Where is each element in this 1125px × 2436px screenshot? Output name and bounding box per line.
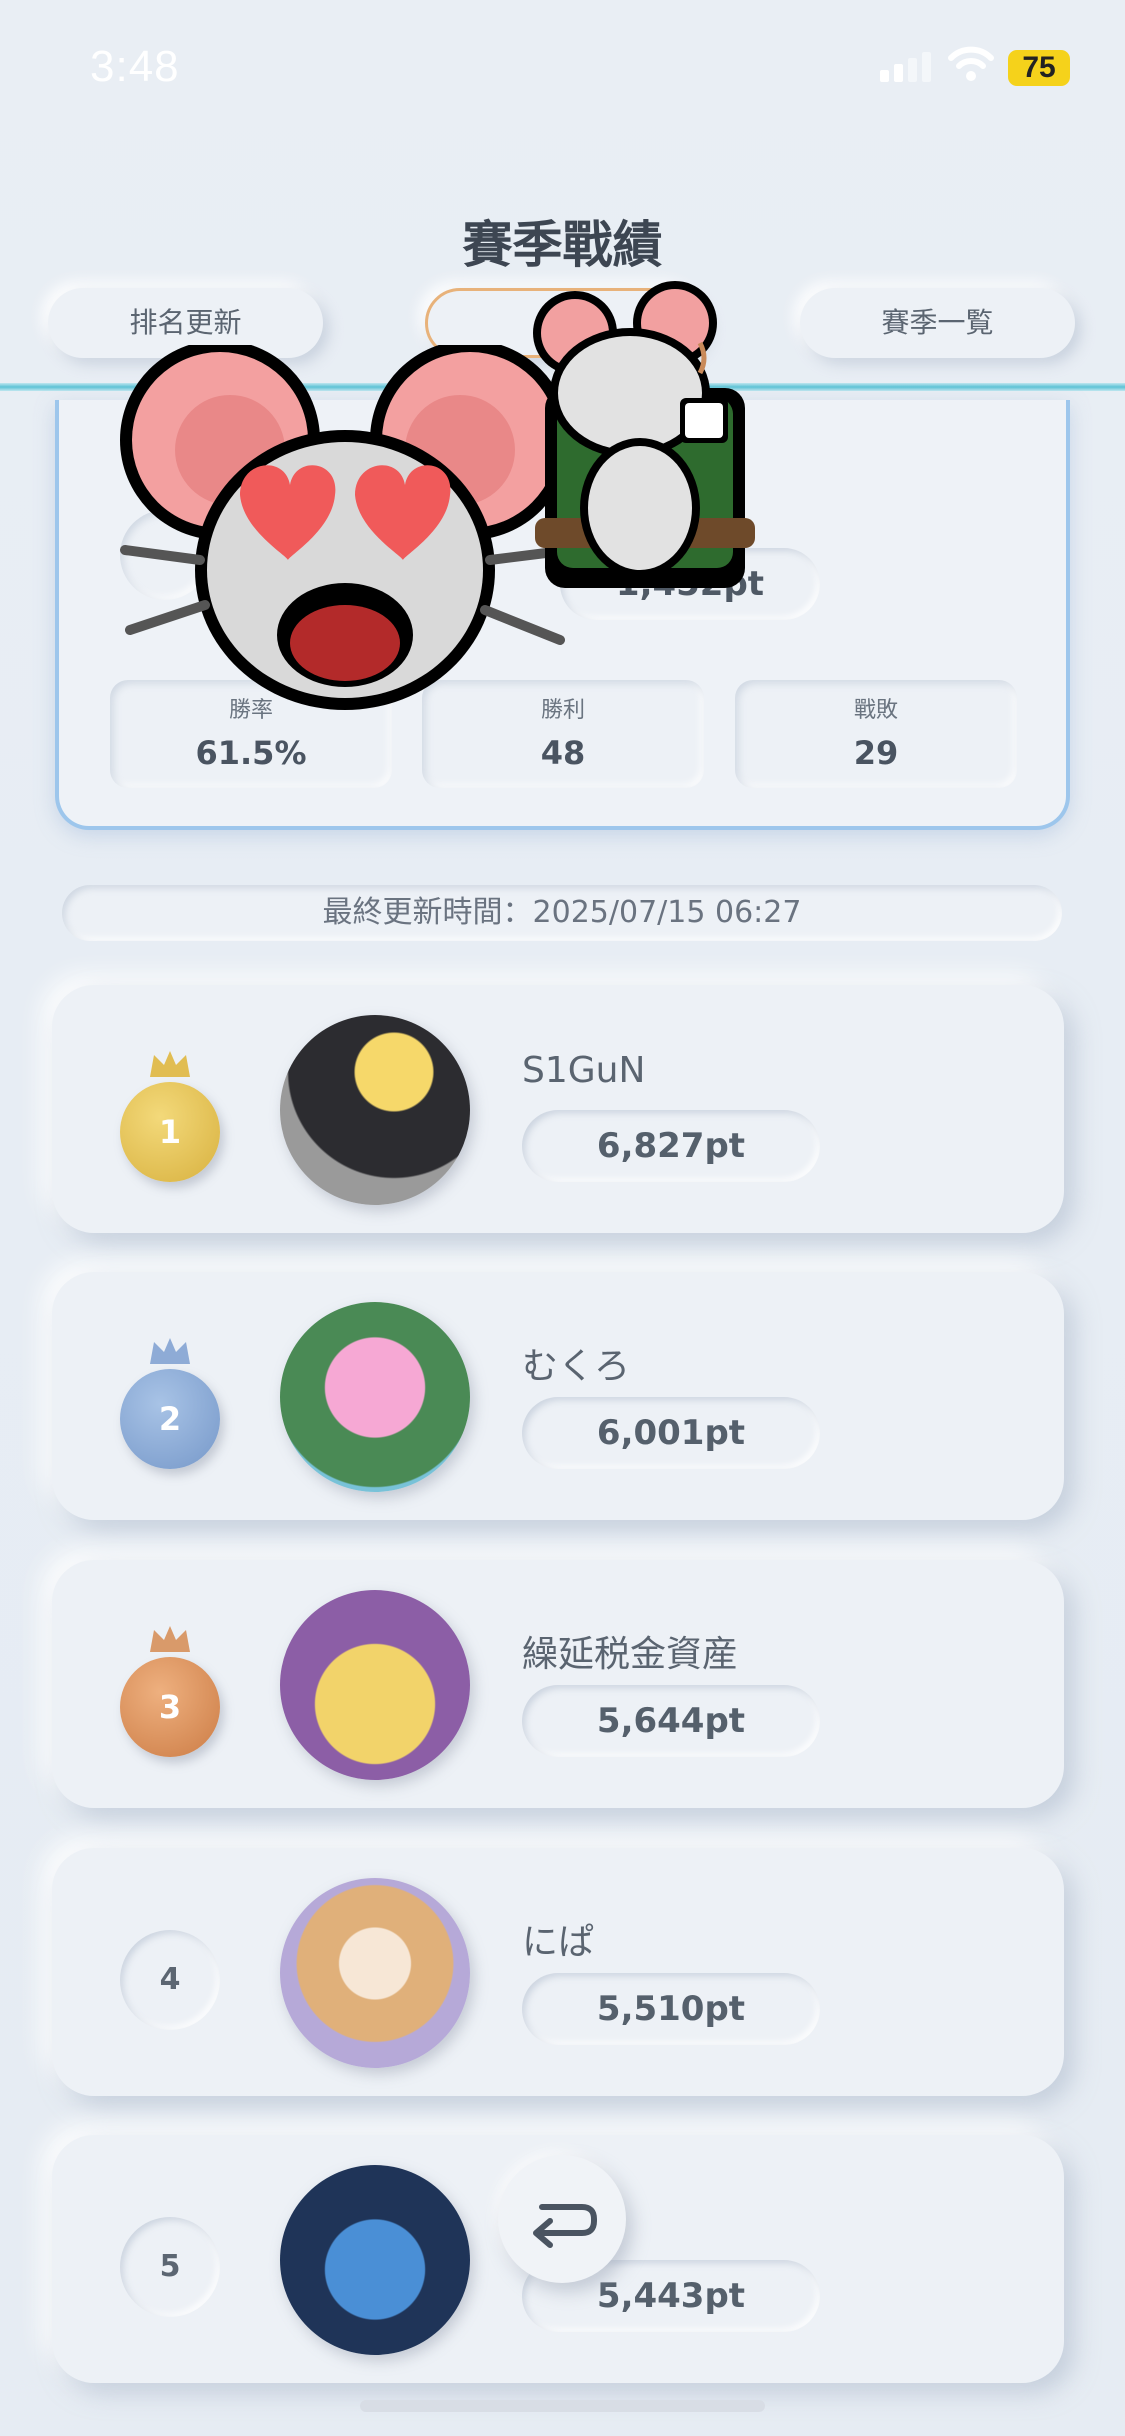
player-points: 6,001pt <box>522 1397 820 1469</box>
player-name: S1GuN <box>522 1050 646 1091</box>
player-name: にぱ <box>522 1922 595 1963</box>
crown-icon <box>150 1051 190 1077</box>
player-name: 繰延税金資産 <box>522 1634 739 1675</box>
stat-value: 29 <box>853 734 899 772</box>
crown-icon <box>150 1626 190 1652</box>
player-avatar <box>280 2165 470 2355</box>
stat-losses: 戰敗 29 <box>735 680 1017 788</box>
player-name: むくろ <box>522 1346 631 1387</box>
silver-medal-badge: 2 <box>120 1338 220 1469</box>
bronze-medal-badge: 3 <box>120 1626 220 1757</box>
player-avatar <box>280 1302 470 1492</box>
crown-icon <box>150 1338 190 1364</box>
ranking-row[interactable]: 1 S1GuN 6,827pt <box>52 985 1064 1233</box>
stat-value: 48 <box>540 734 586 772</box>
stat-label: 戰敗 <box>853 698 898 723</box>
player-points: 5,510pt <box>522 1973 820 2045</box>
gold-medal-badge: 1 <box>120 1051 220 1182</box>
season-list-button[interactable]: 賽季一覧 <box>800 288 1075 358</box>
battery-indicator: 75 <box>1008 50 1070 86</box>
rank-number: 1 <box>120 1082 220 1182</box>
player-points: 6,827pt <box>522 1110 820 1182</box>
ranking-row[interactable]: 3 繰延税金資産 5,644pt <box>52 1560 1064 1808</box>
player-points: 5,644pt <box>522 1685 820 1757</box>
back-button[interactable] <box>498 2155 626 2283</box>
rank-number: 4 <box>120 1930 220 2030</box>
stat-value: 61.5% <box>195 734 307 772</box>
home-indicator <box>360 2400 765 2412</box>
ranking-row[interactable]: 2 むくろ 6,001pt <box>52 1272 1064 1520</box>
wifi-icon <box>948 46 994 81</box>
player-avatar <box>280 1590 470 1780</box>
ranking-row[interactable]: 4 にぱ 5,510pt <box>52 1848 1064 2096</box>
signal-icon <box>880 52 931 82</box>
page-title: 賽季戰績 <box>462 216 663 274</box>
back-arrow-icon <box>533 2204 597 2248</box>
rank-number: 2 <box>120 1369 220 1469</box>
player-avatar <box>280 1878 470 2068</box>
player-avatar <box>280 1015 470 1205</box>
last-updated-text: 最終更新時間：2025/07/15 06:27 <box>62 885 1062 941</box>
rank-number: 3 <box>120 1657 220 1757</box>
mouse-tea-chair-sticker <box>533 281 755 588</box>
rank-number: 5 <box>120 2217 220 2317</box>
status-bar: 3:48 75 <box>0 0 1125 140</box>
status-time: 3:48 <box>90 42 180 91</box>
